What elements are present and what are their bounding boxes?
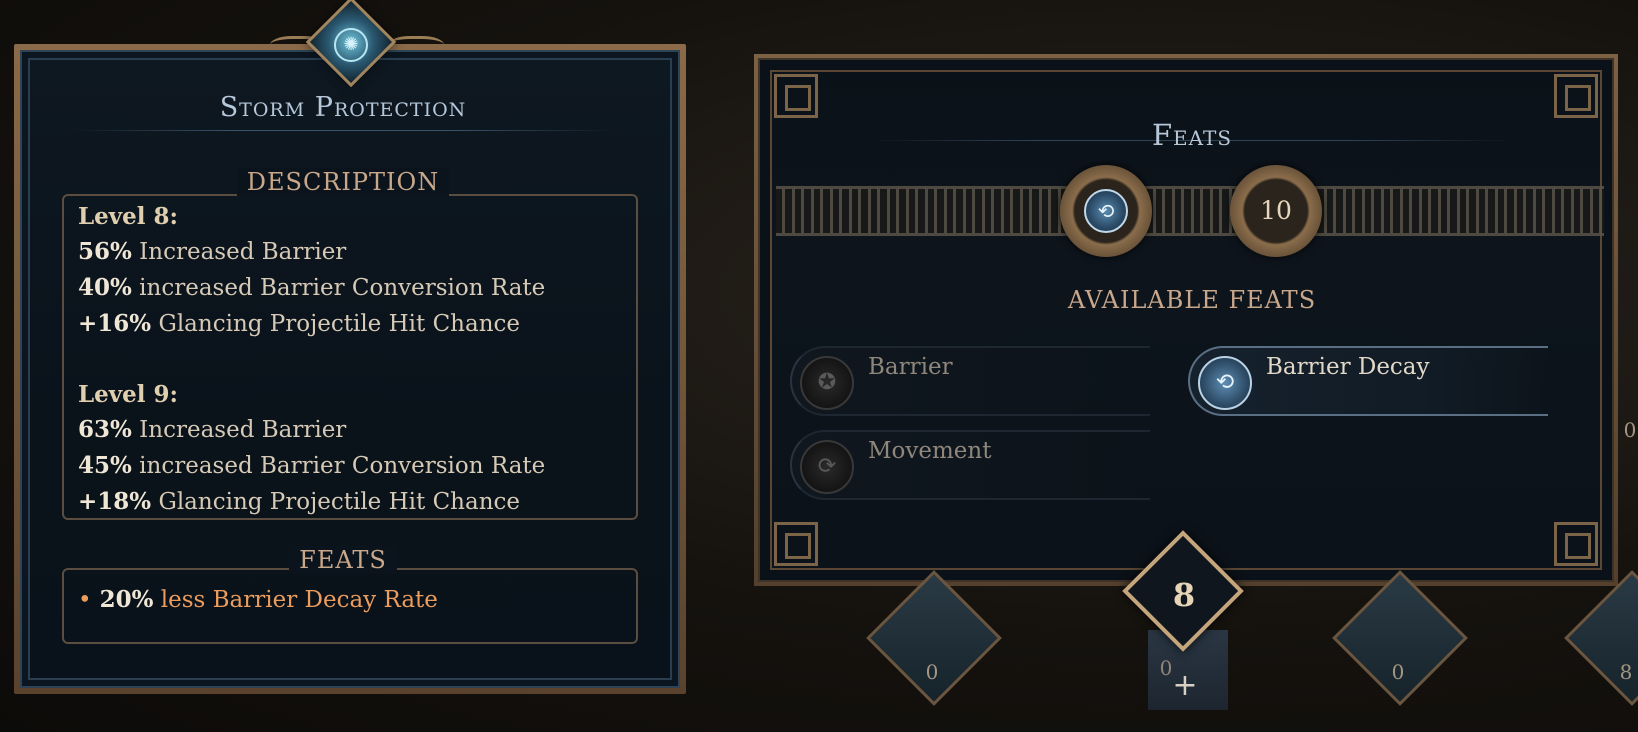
feats-panel: Feats ⟲ 10 AVAILABLE FEATS ✪ Barrier ⟲ B…: [754, 54, 1618, 586]
bullet-icon: •: [78, 587, 92, 613]
skill-slot[interactable]: [1332, 570, 1468, 706]
level-heading: Level 9:: [78, 381, 179, 408]
skill-slot-count: 0: [1391, 660, 1405, 684]
available-feats-label: AVAILABLE FEATS: [1067, 286, 1317, 314]
feat-item-label: Barrier: [868, 354, 953, 380]
stat-line: 56% Increased Barrier: [78, 238, 347, 265]
feat-points-count: 10: [1260, 196, 1292, 225]
corner-ornament: [774, 522, 818, 566]
description-text: Level 8: 56% Increased Barrier 40% incre…: [78, 199, 618, 520]
corner-ornament: [1554, 522, 1598, 566]
feats-label: FEATS: [0, 546, 686, 574]
skill-slot-count: 8: [1619, 660, 1633, 684]
tooltip-title: Storm Protection: [219, 92, 467, 123]
barrier-icon: ✪: [800, 356, 854, 410]
game-screen: ✺ Storm Protection DESCRIPTION Level 8: …: [0, 0, 1638, 732]
level-heading: Level 8:: [78, 203, 179, 230]
feat-item-movement[interactable]: ⟳ Movement: [790, 430, 1150, 500]
stat-line: 40% increased Barrier Conversion Rate: [78, 274, 546, 301]
stat-line: 63% Increased Barrier: [78, 416, 347, 443]
stat-line: +18% Glancing Projectile Hit Chance: [78, 488, 521, 515]
skill-slot[interactable]: [866, 570, 1002, 706]
title-divider: [70, 130, 616, 131]
corner-ornament: [774, 74, 818, 118]
corner-ornament: [1554, 74, 1598, 118]
add-point-button[interactable]: +: [1170, 671, 1200, 702]
barrier-decay-icon: ⟲: [1198, 356, 1252, 410]
storm-icon: ✺: [334, 28, 368, 62]
edge-slot-count: 0: [1623, 418, 1637, 442]
feats-panel-body: Feats ⟲ 10 AVAILABLE FEATS ✪ Barrier ⟲ B…: [758, 58, 1614, 582]
selected-feat-medal[interactable]: ⟲: [1060, 165, 1152, 257]
feat-line: • 20% less Barrier Decay Rate: [78, 586, 438, 613]
stat-line: 45% increased Barrier Conversion Rate: [78, 452, 546, 479]
barrier-decay-icon: ⟲: [1084, 189, 1128, 233]
skill-slot[interactable]: [1564, 570, 1638, 706]
ornament-right: [388, 36, 444, 58]
feat-item-label: Barrier Decay: [1266, 354, 1430, 380]
skill-slot-count: 0: [925, 660, 939, 684]
feat-item-label: Movement: [868, 438, 992, 464]
movement-icon: ⟳: [800, 440, 854, 494]
feats-title: Feats: [1151, 118, 1233, 152]
description-label: DESCRIPTION: [0, 168, 686, 196]
meander-band: [776, 186, 1604, 236]
stat-line: +16% Glancing Projectile Hit Chance: [78, 310, 521, 337]
active-skill-level: 8: [1172, 576, 1196, 614]
feat-item-barrier[interactable]: ✪ Barrier: [790, 346, 1150, 416]
feat-item-barrier-decay[interactable]: ⟲ Barrier Decay: [1188, 346, 1548, 416]
feat-points-medal: 10: [1230, 165, 1322, 257]
